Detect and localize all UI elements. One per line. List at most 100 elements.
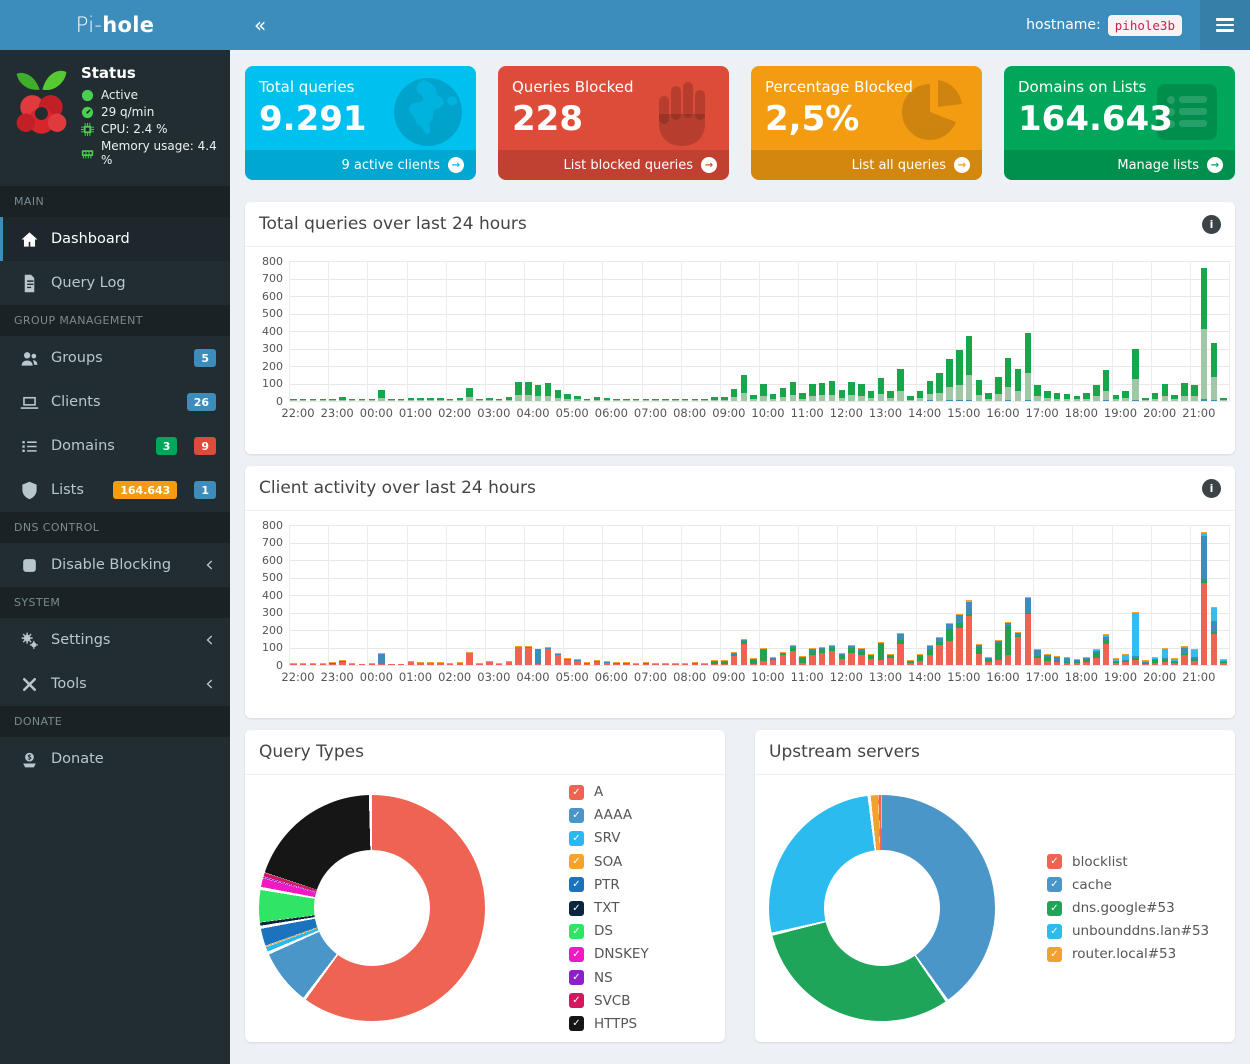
bar bbox=[1162, 384, 1169, 401]
bar bbox=[692, 662, 699, 665]
card-value: 9.291 bbox=[259, 99, 462, 139]
query-types-donut-chart[interactable] bbox=[259, 795, 485, 1021]
status-row: 29 q/min bbox=[81, 105, 220, 119]
x-axis-tick-label: 00:00 bbox=[360, 406, 393, 420]
card-total-queries: Total queries9.2919 active clients→ bbox=[245, 66, 476, 180]
gridline bbox=[1112, 525, 1113, 665]
brand-logo[interactable]: Pi-hole bbox=[0, 0, 230, 50]
bar-segment-cached bbox=[1211, 377, 1218, 400]
card-footer-link[interactable]: List blocked queries→ bbox=[498, 150, 729, 180]
legend-checkbox-icon[interactable] bbox=[1047, 877, 1062, 892]
bar-segment-cached bbox=[946, 387, 953, 400]
sidebar-item-donate[interactable]: $Donate bbox=[0, 737, 230, 781]
gridline bbox=[720, 261, 721, 401]
total-queries-chart[interactable]: 8007006005004003002001000 bbox=[289, 261, 1229, 401]
upstream-servers-donut-chart[interactable] bbox=[769, 795, 995, 1021]
gridline bbox=[1151, 261, 1152, 401]
legend-checkbox-icon[interactable] bbox=[569, 901, 584, 916]
bar bbox=[408, 661, 415, 665]
bar bbox=[476, 399, 483, 401]
bar-segment-client-red bbox=[1005, 655, 1012, 665]
count-badge: 1 bbox=[194, 481, 216, 499]
bar-segment-client-red bbox=[320, 664, 327, 665]
bar bbox=[1025, 333, 1032, 401]
sidebar-item-label: Dashboard bbox=[51, 231, 216, 247]
sidebar-item-dashboard[interactable]: Dashboard bbox=[0, 217, 230, 261]
sidebar-item-disable-blocking[interactable]: Disable Blocking bbox=[0, 543, 230, 587]
bar-segment-forwarded bbox=[466, 388, 473, 397]
bar-segment-client-red bbox=[466, 653, 473, 665]
bar-segment-forwarded bbox=[535, 385, 542, 396]
legend-checkbox-icon[interactable] bbox=[569, 1016, 584, 1031]
bar-segment-forwarded bbox=[1122, 391, 1129, 398]
bar-segment-cached bbox=[652, 400, 659, 401]
legend-checkbox-icon[interactable] bbox=[569, 970, 584, 985]
legend-checkbox-icon[interactable] bbox=[569, 808, 584, 823]
bar bbox=[339, 660, 346, 665]
bar bbox=[594, 660, 601, 665]
bar-segment-client-red bbox=[927, 655, 934, 666]
bar bbox=[369, 399, 376, 401]
bar-segment-client-red bbox=[770, 660, 777, 665]
gridline bbox=[1033, 525, 1034, 665]
menu-toggle-button[interactable] bbox=[1200, 0, 1250, 50]
bar-segment-forwarded bbox=[995, 377, 1002, 394]
card-footer-link[interactable]: 9 active clients→ bbox=[245, 150, 476, 180]
bar bbox=[447, 399, 454, 401]
gridline bbox=[916, 261, 917, 401]
sidebar-item-lists[interactable]: Lists164.6431 bbox=[0, 468, 230, 512]
bar-segment-cached bbox=[466, 397, 473, 401]
bar bbox=[1074, 659, 1081, 665]
bar bbox=[378, 390, 385, 401]
card-footer-link[interactable]: Manage lists→ bbox=[1004, 150, 1235, 180]
gridline bbox=[837, 525, 838, 665]
legend-checkbox-icon[interactable] bbox=[569, 785, 584, 800]
card-footer-link[interactable]: List all queries→ bbox=[751, 150, 982, 180]
legend-item: dns.google#53 bbox=[1047, 896, 1209, 919]
bar bbox=[320, 663, 327, 665]
sidebar-collapse-button[interactable]: « bbox=[246, 9, 274, 41]
bar-segment-client-red bbox=[545, 649, 552, 665]
bar-segment-forwarded bbox=[790, 382, 797, 395]
sidebar-item-groups[interactable]: Groups5 bbox=[0, 336, 230, 380]
bar-segment-cached bbox=[1015, 391, 1022, 401]
legend-checkbox-icon[interactable] bbox=[569, 854, 584, 869]
bar bbox=[1044, 654, 1051, 665]
bar-segment-client-red bbox=[701, 664, 708, 665]
legend-checkbox-icon[interactable] bbox=[1047, 947, 1062, 962]
bar bbox=[633, 663, 640, 665]
bar bbox=[750, 658, 757, 665]
legend-checkbox-icon[interactable] bbox=[1047, 924, 1062, 939]
sidebar-item-tools[interactable]: Tools bbox=[0, 662, 230, 706]
bar bbox=[1025, 597, 1032, 665]
legend-checkbox-icon[interactable] bbox=[569, 947, 584, 962]
legend-checkbox-icon[interactable] bbox=[569, 993, 584, 1008]
bar bbox=[359, 399, 366, 401]
info-icon[interactable] bbox=[1202, 479, 1221, 498]
sidebar-item-query-log[interactable]: Query Log bbox=[0, 261, 230, 305]
bar bbox=[310, 399, 317, 401]
gridline bbox=[446, 261, 447, 401]
legend-checkbox-icon[interactable] bbox=[569, 924, 584, 939]
bar bbox=[652, 663, 659, 665]
info-icon[interactable] bbox=[1202, 215, 1221, 234]
status-row-label: 29 q/min bbox=[101, 105, 154, 119]
bar-segment-client-red bbox=[721, 664, 728, 665]
bar-segment-blocked bbox=[1211, 400, 1218, 401]
sidebar-item-settings[interactable]: Settings bbox=[0, 618, 230, 662]
legend-checkbox-icon[interactable] bbox=[1047, 854, 1062, 869]
bar bbox=[515, 382, 522, 401]
legend-checkbox-icon[interactable] bbox=[1047, 901, 1062, 916]
legend-checkbox-icon[interactable] bbox=[569, 877, 584, 892]
client-activity-chart[interactable]: 8007006005004003002001000 bbox=[289, 525, 1229, 665]
bar-segment-cached bbox=[848, 395, 855, 401]
sidebar-item-domains[interactable]: Domains39 bbox=[0, 424, 230, 468]
bar-segment-cached bbox=[623, 400, 630, 401]
card-title: Queries Blocked bbox=[512, 78, 715, 96]
bar bbox=[907, 660, 914, 666]
legend-label: SRV bbox=[594, 830, 620, 846]
legend-checkbox-icon[interactable] bbox=[569, 831, 584, 846]
legend-label: DNSKEY bbox=[594, 946, 649, 962]
gridline bbox=[289, 261, 290, 401]
sidebar-item-clients[interactable]: Clients26 bbox=[0, 380, 230, 424]
